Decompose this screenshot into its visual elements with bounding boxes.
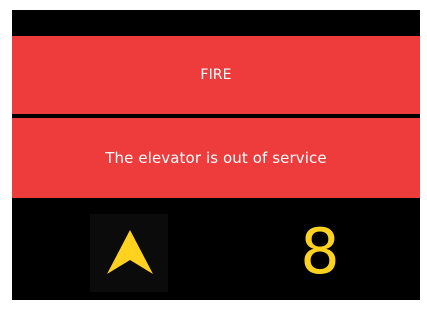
service-message: The elevator is out of service — [105, 149, 327, 167]
service-message-banner: The elevator is out of service — [12, 118, 420, 198]
fire-alert-title: FIRE — [200, 67, 232, 83]
direction-indicator — [90, 214, 168, 292]
fire-alert-banner: FIRE — [12, 36, 420, 114]
floor-number: 8 — [300, 215, 340, 288]
up-arrow-icon — [107, 230, 153, 274]
floor-indicator-panel: 8 — [12, 198, 420, 300]
elevator-display: FIRE The elevator is out of service 8 — [12, 10, 420, 300]
